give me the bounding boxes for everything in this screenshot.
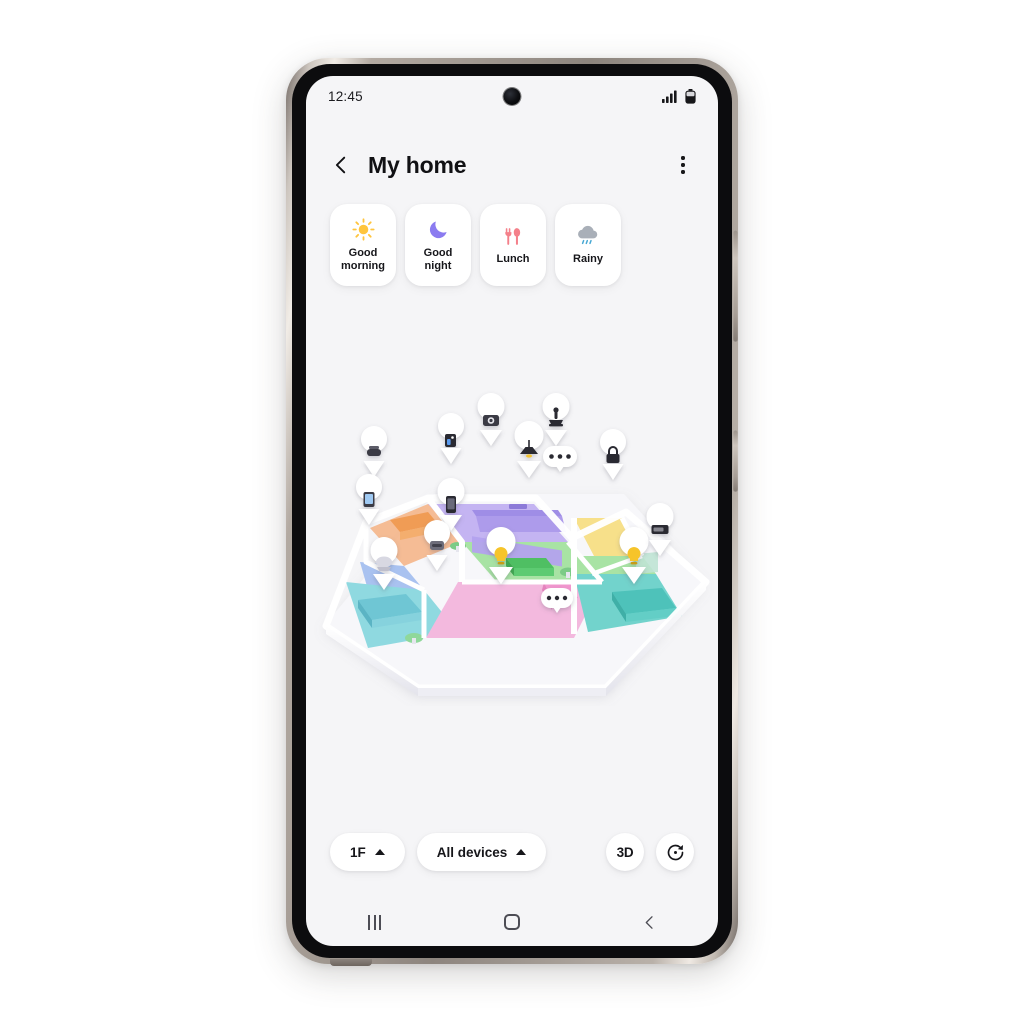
scene-card-lunch[interactable]: Lunch <box>480 204 546 286</box>
front-camera-punch-hole <box>503 88 521 105</box>
scene-label: Lunch <box>496 253 530 265</box>
kebab-menu-icon[interactable] <box>672 154 694 176</box>
pin-washing-machine[interactable] <box>438 413 465 464</box>
pin-more-top[interactable] <box>543 446 577 472</box>
power-button[interactable] <box>733 430 738 492</box>
pin-lock[interactable] <box>600 429 627 480</box>
caret-up-icon <box>516 849 527 855</box>
nav-back-button[interactable] <box>619 902 679 942</box>
app-bar: My home <box>306 138 718 192</box>
rain-cloud-icon <box>576 224 600 248</box>
caret-up-icon <box>374 849 385 855</box>
scenes-row: Good morning Good night Lunch Rainy <box>306 204 718 286</box>
scene-card-good-morning[interactable]: Good morning <box>330 204 396 286</box>
battery-icon <box>685 88 696 104</box>
view-mode-3d-button[interactable]: 3D <box>606 833 644 871</box>
status-time: 12:45 <box>328 88 363 104</box>
floor-selector-button[interactable]: 1F <box>330 833 405 871</box>
home-icon <box>503 914 520 930</box>
back-chevron-icon[interactable] <box>330 154 352 176</box>
sun-icon <box>351 218 375 242</box>
recents-icon <box>368 914 382 930</box>
signal-bars-icon <box>662 90 677 103</box>
rotate-view-button[interactable] <box>656 833 694 871</box>
kitchen-hob <box>509 504 527 509</box>
nav-recents-button[interactable] <box>345 902 405 942</box>
view-mode-label: 3D <box>616 844 634 860</box>
pin-air-purifier[interactable] <box>542 393 570 446</box>
device-filter-button[interactable]: All devices <box>416 833 547 871</box>
scene-card-good-night[interactable]: Good night <box>405 204 471 286</box>
floor-selector-label: 1F <box>350 844 366 860</box>
scene-label: Rainy <box>573 253 603 265</box>
device-filter-label: All devices <box>436 844 508 860</box>
back-icon <box>645 915 653 929</box>
android-nav-bar <box>306 898 718 946</box>
pin-camera[interactable] <box>477 393 505 446</box>
stylus-slot <box>330 959 372 966</box>
moon-icon <box>427 218 450 242</box>
volume-button[interactable] <box>733 230 738 342</box>
status-icons <box>662 88 696 104</box>
pin-robot-vacuum[interactable] <box>361 426 388 477</box>
scene-label: Good morning <box>341 246 385 272</box>
nav-home-button[interactable] <box>482 902 542 942</box>
phone-screen: 12:45 My home Good morning Good night Lu… <box>306 76 718 946</box>
cutlery-icon <box>503 224 524 248</box>
floorplan-3d[interactable] <box>306 376 718 706</box>
sofa-green <box>506 558 554 576</box>
screenshot-root: 12:45 My home Good morning Good night Lu… <box>0 0 1024 1024</box>
page-title: My home <box>368 151 467 178</box>
floorplan-canvas[interactable] <box>306 376 718 706</box>
scene-label: Good night <box>423 246 453 272</box>
scene-card-rainy[interactable]: Rainy <box>555 204 621 286</box>
rotate-view-icon <box>667 844 683 860</box>
bottom-controls: 1F All devices 3D <box>306 830 718 874</box>
pin-pendant-lamp[interactable] <box>514 421 544 478</box>
